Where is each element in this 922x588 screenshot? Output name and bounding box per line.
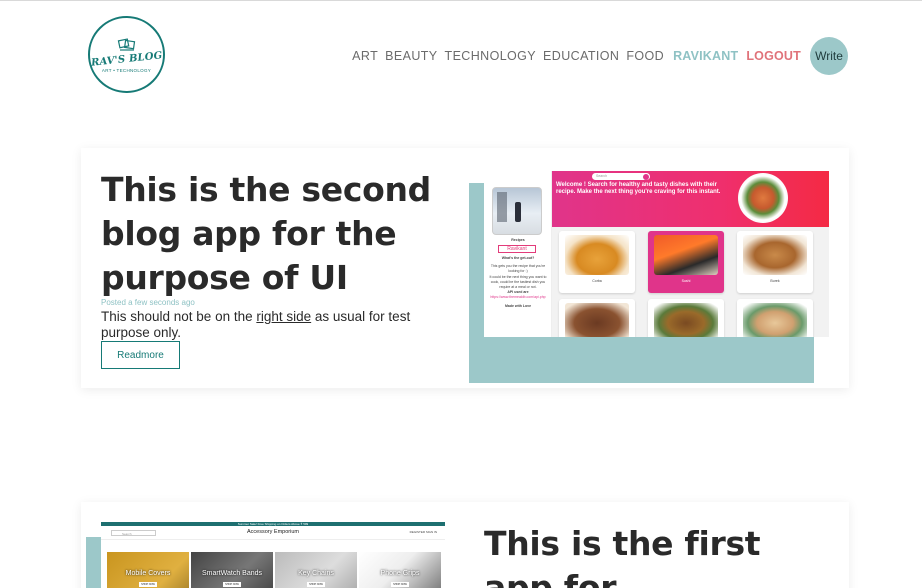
recipe-tile: Burek (737, 231, 813, 293)
shop-now-button: SHOP NOW (391, 582, 409, 587)
category-tile: Mobile Covers SHOP NOW (107, 552, 189, 588)
recipe-tile (737, 299, 813, 337)
post-image[interactable]: Recipes Ravikant What's the get-out? Thi… (484, 171, 829, 337)
sidebar-line-1: This gets you the recipe that you're loo… (490, 264, 546, 273)
category-label: Mobile Covers (125, 570, 171, 577)
welcome-text: Welcome ! Search for healthy and tasty d… (556, 182, 721, 195)
nav-item-food[interactable]: FOOD (626, 49, 664, 63)
category-label: Key Chains (298, 570, 334, 577)
nav-item-beauty[interactable]: BEAUTY (385, 49, 437, 63)
recipe-tile: Corba (559, 231, 635, 293)
nav-item-technology[interactable]: TECHNOLOGY (445, 49, 537, 63)
write-button[interactable]: Write (810, 37, 848, 75)
avatar (492, 187, 542, 235)
category-tile: SmartWatch Bands SHOP NOW (191, 552, 273, 588)
post-card: This is the second blog app for the purp… (81, 148, 849, 388)
recipe-tile-label: Burek (770, 279, 780, 283)
search-input: Search (592, 173, 650, 180)
post-timestamp: Posted a few seconds ago (101, 298, 195, 307)
logout-link[interactable]: LOGOUT (746, 49, 801, 63)
store-links: REGISTER SIGN IN (409, 530, 437, 534)
shop-now-button: SHOP NOW (139, 582, 157, 587)
category-label: Phone Grips (380, 570, 420, 577)
recipe-grid: Corba Sushi Burek (552, 227, 829, 337)
sidebar-question: What's the get-out? (501, 256, 535, 260)
post-title[interactable]: This is the first app for (484, 522, 824, 588)
recipe-tile-label: Sushi (681, 279, 691, 283)
nav-user-link[interactable]: RAVIKANT (673, 49, 738, 63)
search-icon (643, 174, 649, 180)
site-logo[interactable]: RAV'S BLOG ART • TECHNOLOGY (88, 16, 165, 93)
post-title[interactable]: This is the second blog app for the purp… (101, 168, 461, 300)
salad-plate-image (738, 173, 788, 223)
post-image[interactable]: Summer Sale! Free Shipping on Orders Abo… (101, 522, 445, 588)
shop-now-button: SHOP NOW (223, 582, 241, 587)
category-tile: Key Chains SHOP NOW (275, 552, 357, 588)
shop-now-button: SHOP NOW (307, 582, 325, 587)
post-description: This should not be on the right side as … (101, 309, 431, 340)
category-label: SmartWatch Bands (201, 570, 263, 577)
logo-subtitle: ART • TECHNOLOGY (101, 67, 152, 73)
recipe-hero: Search Welcome ! Search for healthy and … (552, 171, 829, 227)
recipe-tile: Sushi (648, 231, 724, 293)
recipe-tile-label: Corba (592, 279, 602, 283)
sidebar-made: Made with Love (504, 304, 532, 308)
sidebar-api-link: https://www.themealdb.com/api.php (490, 295, 546, 299)
post-description-link-text: right side (256, 309, 312, 324)
main-nav: ART BEAUTY TECHNOLOGY EDUCATION FOOD RAV… (352, 37, 848, 75)
post-card: Summer Sale! Free Shipping on Orders Abo… (81, 502, 849, 588)
sidebar-line-2: It could be the next thing you want to c… (489, 275, 547, 289)
store-nav: Search Accessory Emporium REGISTER SIGN … (101, 526, 445, 540)
sidebar-name: Ravikant (498, 245, 536, 253)
readmore-button[interactable]: Readmore (101, 341, 180, 369)
recipe-tile (648, 299, 724, 337)
post-description-text: This should not be on the (101, 309, 257, 324)
recipe-tile (559, 299, 635, 337)
logo-title: RAV'S BLOG (90, 49, 163, 69)
sidebar-heading: Recipes (511, 238, 525, 242)
store-brand: Accessory Emporium (247, 529, 299, 535)
recipe-sidebar: Recipes Ravikant What's the get-out? Thi… (484, 171, 552, 337)
nav-item-art[interactable]: ART (352, 49, 378, 63)
palette-laptop-icon (117, 37, 135, 51)
nav-item-education[interactable]: EDUCATION (543, 49, 619, 63)
category-tile: Phone Grips SHOP NOW (359, 552, 441, 588)
